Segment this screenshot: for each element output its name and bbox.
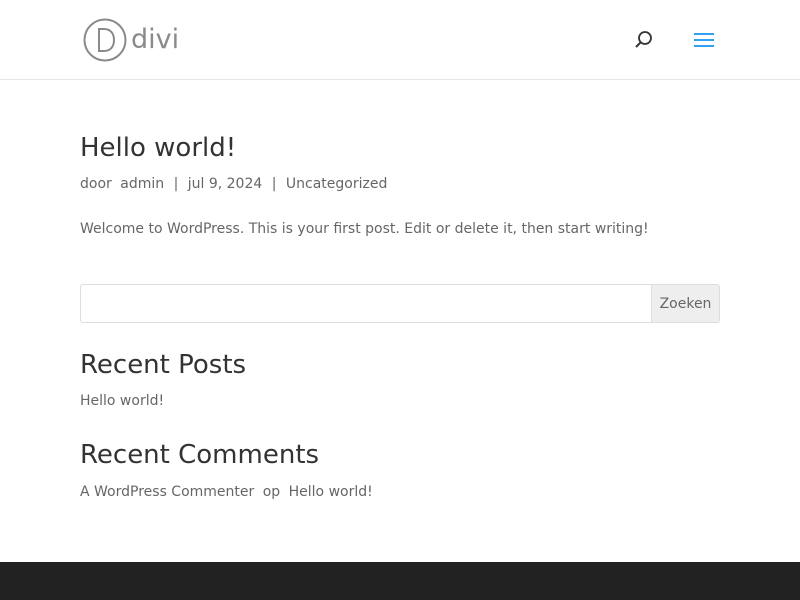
comment-post-link[interactable]: Hello world!	[289, 484, 373, 500]
divi-logo-icon	[83, 18, 127, 62]
recent-posts-title: Recent Posts	[80, 350, 247, 380]
search-submit-button[interactable]: Zoeken	[651, 284, 720, 323]
site-logo[interactable]: divi	[83, 18, 179, 62]
meta-separator: |	[173, 176, 179, 192]
hamburger-menu-icon[interactable]	[692, 28, 716, 52]
post-body: Welcome to WordPress. This is your first…	[80, 221, 649, 237]
site-footer	[0, 562, 800, 600]
meta-date: jul 9, 2024	[187, 176, 263, 192]
post-meta: door admin | jul 9, 2024 | Uncategorized	[80, 176, 387, 192]
meta-author-link[interactable]: admin	[120, 176, 164, 192]
comment-author-link[interactable]: A WordPress Commenter	[80, 484, 254, 500]
meta-category-link[interactable]: Uncategorized	[286, 176, 387, 192]
page: divi Hello world! door admin | jul 9, 20…	[0, 0, 800, 600]
meta-by-label: door	[80, 176, 112, 192]
recent-comments-title: Recent Comments	[80, 440, 320, 470]
comment-on-label: op	[262, 484, 281, 500]
site-header: divi	[0, 0, 800, 80]
recent-post-link[interactable]: Hello world!	[80, 393, 164, 409]
search-icon[interactable]	[632, 28, 656, 52]
recent-comment-item: A WordPress Commenter op Hello world!	[80, 484, 373, 500]
post-title[interactable]: Hello world!	[80, 133, 236, 163]
search-input[interactable]	[80, 284, 651, 323]
search-form: Zoeken	[80, 284, 720, 323]
meta-separator: |	[271, 176, 277, 192]
logo-text: divi	[131, 24, 180, 55]
